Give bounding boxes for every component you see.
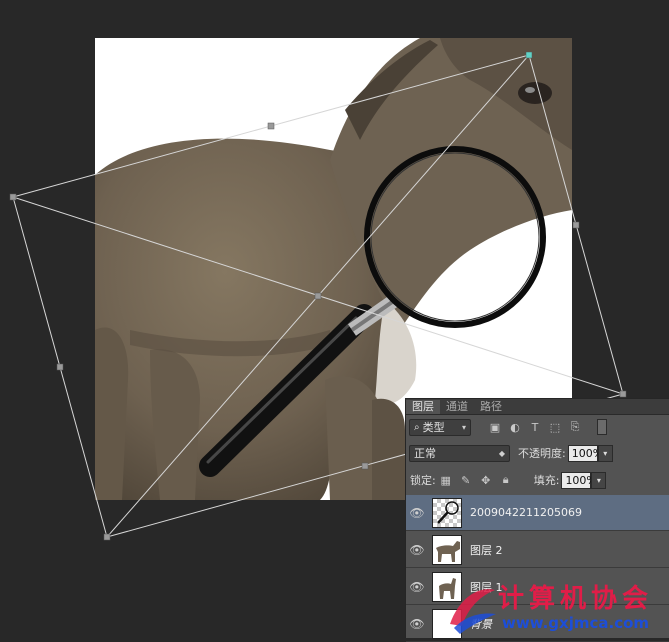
- layer-name[interactable]: 图层 1: [470, 579, 503, 595]
- donkey-thumb-icon: [433, 572, 461, 601]
- magnifier-thumb-icon: [437, 500, 459, 524]
- lock-label: 锁定:: [410, 474, 436, 487]
- chevron-down-icon: ▾: [461, 422, 466, 432]
- lock-transparent-icon[interactable]: ▦: [439, 473, 453, 487]
- smart-object-filter-icon[interactable]: ⎘: [568, 420, 582, 434]
- layer-thumbnail: [432, 534, 462, 565]
- opacity-slider-button[interactable]: ▾: [597, 444, 613, 462]
- layer-thumbnail: [432, 608, 462, 639]
- filter-kind-label: 类型: [422, 421, 445, 434]
- fill-input[interactable]: 100%: [561, 471, 597, 489]
- tab-paths[interactable]: 路径: [474, 400, 508, 414]
- layer-name[interactable]: 图层 2: [470, 542, 503, 558]
- layer-name[interactable]: 20090422112050​69: [470, 506, 582, 519]
- fill-label: 填充:: [533, 474, 560, 487]
- layer-row[interactable]: 👁︎ 图层 2: [406, 532, 669, 568]
- donkey-thumb-icon: [433, 535, 461, 564]
- filter-toggle-switch[interactable]: [597, 419, 607, 435]
- layer-name[interactable]: 背景: [470, 616, 492, 632]
- eye-icon[interactable]: 👁︎: [406, 580, 428, 594]
- filter-kind-dropdown[interactable]: ⌕ 类型 ▾: [409, 418, 471, 436]
- chevron-updown-icon: ◆: [498, 448, 505, 458]
- opacity-input[interactable]: 100%: [567, 444, 603, 462]
- tab-channels[interactable]: 通道: [440, 400, 474, 414]
- layer-filter-row: ⌕ 类型 ▾ ▣ ◐ T ⬚ ⎘: [406, 417, 669, 437]
- opacity-label: 不透明度:: [518, 447, 566, 460]
- lock-all-icon[interactable]: 🔒︎: [499, 473, 513, 487]
- shape-filter-icon[interactable]: ⬚: [548, 420, 562, 434]
- search-icon: ⌕: [414, 421, 420, 433]
- pixel-filter-icon[interactable]: ▣: [488, 420, 502, 434]
- lock-brush-icon[interactable]: ✎: [459, 473, 473, 487]
- fill-slider-button[interactable]: ▾: [591, 471, 607, 489]
- blend-mode-dropdown[interactable]: 正常 ◆: [409, 444, 510, 462]
- layers-panel: 图层 通道 路径 ⌕ 类型 ▾ ▣ ◐ T ⬚ ⎘ 正常 ◆ 不透明度: 100…: [405, 398, 669, 642]
- tab-layers[interactable]: 图层: [406, 400, 440, 414]
- lock-fill-row: 锁定: ▦ ✎ ✥ 🔒︎ 填充: 100% ▾: [406, 470, 669, 490]
- type-filter-icon[interactable]: T: [528, 420, 542, 434]
- layer-row[interactable]: 👁︎ 背景: [406, 606, 669, 642]
- layer-thumbnail: [432, 497, 462, 528]
- layer-thumbnail: [432, 571, 462, 602]
- eye-icon[interactable]: 👁︎: [406, 506, 428, 520]
- panel-tabs: 图层 通道 路径: [406, 399, 669, 415]
- lock-move-icon[interactable]: ✥: [479, 473, 493, 487]
- eye-icon[interactable]: 👁︎: [406, 617, 428, 631]
- blend-mode-value: 正常: [414, 447, 436, 460]
- layer-row[interactable]: 👁︎ 20090422112050​69: [406, 495, 669, 531]
- adjustment-filter-icon[interactable]: ◐: [508, 420, 522, 434]
- layer-row[interactable]: 👁︎ 图层 1: [406, 569, 669, 605]
- eye-icon[interactable]: 👁︎: [406, 543, 428, 557]
- blend-opacity-row: 正常 ◆ 不透明度: 100% ▾: [406, 443, 669, 463]
